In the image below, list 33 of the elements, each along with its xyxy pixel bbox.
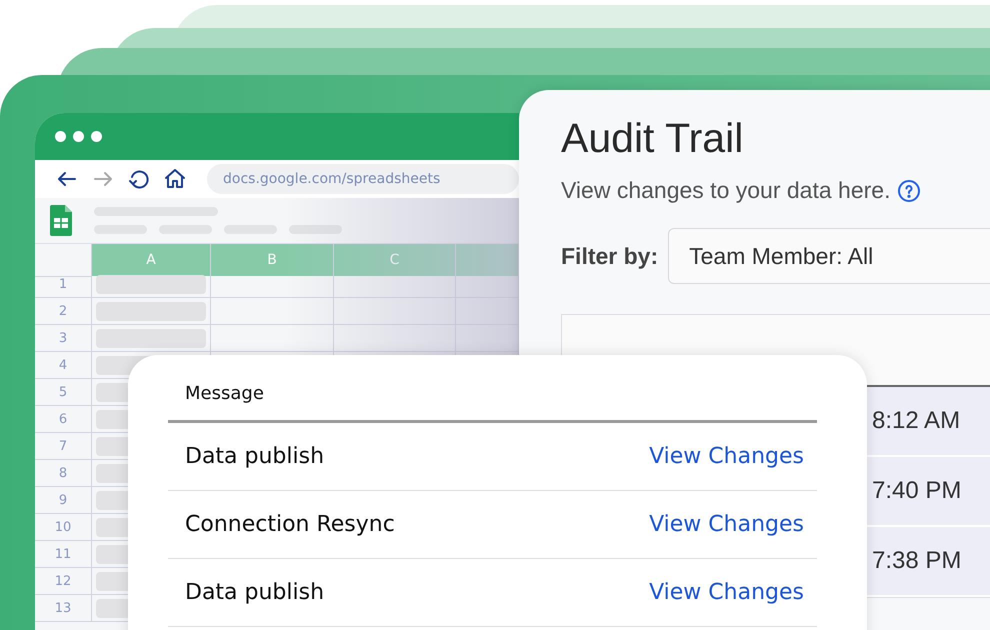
row-number: 9: [35, 487, 92, 514]
row-number: 2: [35, 298, 92, 325]
time-cell: 7:38 PM: [872, 547, 962, 576]
row-number: 11: [35, 541, 92, 568]
window-dot[interactable]: [91, 131, 102, 142]
view-changes-link[interactable]: View Changes: [649, 512, 804, 537]
message-cell: Data publish: [185, 444, 324, 469]
window-dot[interactable]: [73, 131, 84, 142]
row-number: 3: [35, 325, 92, 352]
column-header: Message: [185, 383, 264, 404]
message-cell: Data publish: [185, 580, 324, 605]
row-number: 5: [35, 379, 92, 406]
window-dot[interactable]: [55, 131, 66, 142]
panel-title: Audit Trail: [561, 114, 744, 163]
row-number: 12: [35, 568, 92, 595]
view-changes-link[interactable]: View Changes: [649, 580, 804, 605]
row-number: 1: [35, 271, 92, 298]
row-number: 7: [35, 433, 92, 460]
filter-label: Filter by:: [561, 242, 658, 270]
filter-dropdown[interactable]: Team Member: All: [668, 228, 990, 284]
panel-subtitle: View changes to your data here.: [561, 177, 890, 204]
time-cell: 7:40 PM: [872, 477, 962, 506]
view-changes-link[interactable]: View Changes: [649, 444, 804, 469]
row-number: 10: [35, 514, 92, 541]
time-cell: 8:12 AM: [872, 407, 960, 436]
home-icon[interactable]: [163, 167, 187, 191]
row-number: 8: [35, 460, 92, 487]
row-number: 4: [35, 352, 92, 379]
spreadsheet-icon: [50, 205, 72, 236]
row-number: 13: [35, 595, 92, 622]
help-icon[interactable]: [897, 178, 922, 203]
row-number: 6: [35, 406, 92, 433]
message-cell: Connection Resync: [185, 512, 395, 537]
